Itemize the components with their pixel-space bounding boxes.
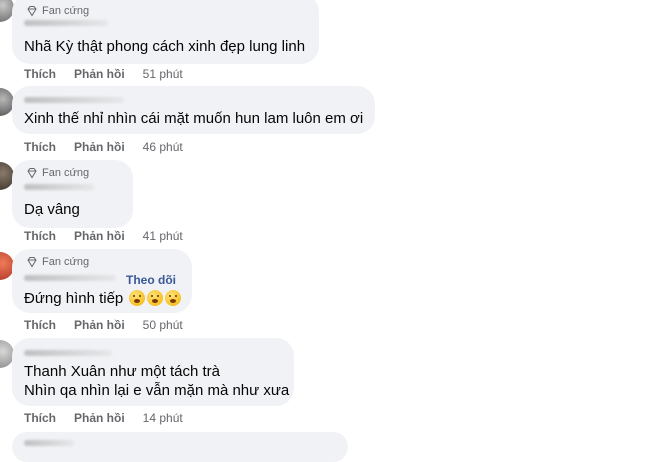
shocked-emoji-icon xyxy=(129,290,146,306)
timestamp[interactable]: 51 phút xyxy=(143,67,183,81)
like-button[interactable]: Thích xyxy=(24,229,56,243)
comment-text: Nhã Kỳ thật phong cách xinh đẹp lung lin… xyxy=(24,38,306,55)
comment-text: Nhìn qa nhìn lại e vẫn mặn mà như xưa xyxy=(24,382,290,399)
blurred-author-name xyxy=(24,440,74,446)
follow-button[interactable]: Theo dõi xyxy=(126,273,176,287)
diamond-icon xyxy=(27,168,37,179)
comment-actions: Thích Phản hồi 14 phút xyxy=(24,411,183,425)
like-button[interactable]: Thích xyxy=(24,318,56,332)
timestamp[interactable]: 50 phút xyxy=(143,318,183,332)
comment-text: Xinh thế nhỉ nhìn cái mặt muốn hun lam l… xyxy=(24,110,364,127)
comment-actions: Thích Phản hồi 46 phút xyxy=(24,140,183,154)
blurred-author-name xyxy=(24,275,116,281)
blurred-author-name xyxy=(24,97,124,103)
reply-button[interactable]: Phản hồi xyxy=(74,67,125,81)
blurred-author-name xyxy=(24,20,108,26)
blurred-author-name xyxy=(24,184,94,190)
fan-badge: Fan cứng xyxy=(26,256,89,268)
like-button[interactable]: Thích xyxy=(24,67,56,81)
fan-badge: Fan cứng xyxy=(26,167,89,179)
comment-text: Dạ vâng xyxy=(24,201,80,218)
fan-badge: Fan cứng xyxy=(26,5,89,17)
timestamp[interactable]: 46 phút xyxy=(143,140,183,154)
comment-bubble xyxy=(12,432,348,462)
comment-actions: Thích Phản hồi 50 phút xyxy=(24,318,183,332)
comment-text: Thanh Xuân như một tách trà xyxy=(24,363,220,380)
comment-actions: Thích Phản hồi 51 phút xyxy=(24,67,183,81)
reply-button[interactable]: Phản hồi xyxy=(74,411,125,425)
timestamp[interactable]: 14 phút xyxy=(143,411,183,425)
reply-button[interactable]: Phản hồi xyxy=(74,318,125,332)
timestamp[interactable]: 41 phút xyxy=(143,229,183,243)
shocked-emoji-icon xyxy=(165,290,182,306)
like-button[interactable]: Thích xyxy=(24,140,56,154)
shocked-emoji-icon xyxy=(147,290,164,306)
diamond-icon xyxy=(27,6,37,17)
comment-actions: Thích Phản hồi 41 phút xyxy=(24,229,183,243)
reply-button[interactable]: Phản hồi xyxy=(74,140,125,154)
blurred-author-name xyxy=(24,350,112,356)
like-button[interactable]: Thích xyxy=(24,411,56,425)
comment-text: Đứng hình tiếp xyxy=(24,289,182,309)
reply-button[interactable]: Phản hồi xyxy=(74,229,125,243)
diamond-icon xyxy=(27,257,37,268)
